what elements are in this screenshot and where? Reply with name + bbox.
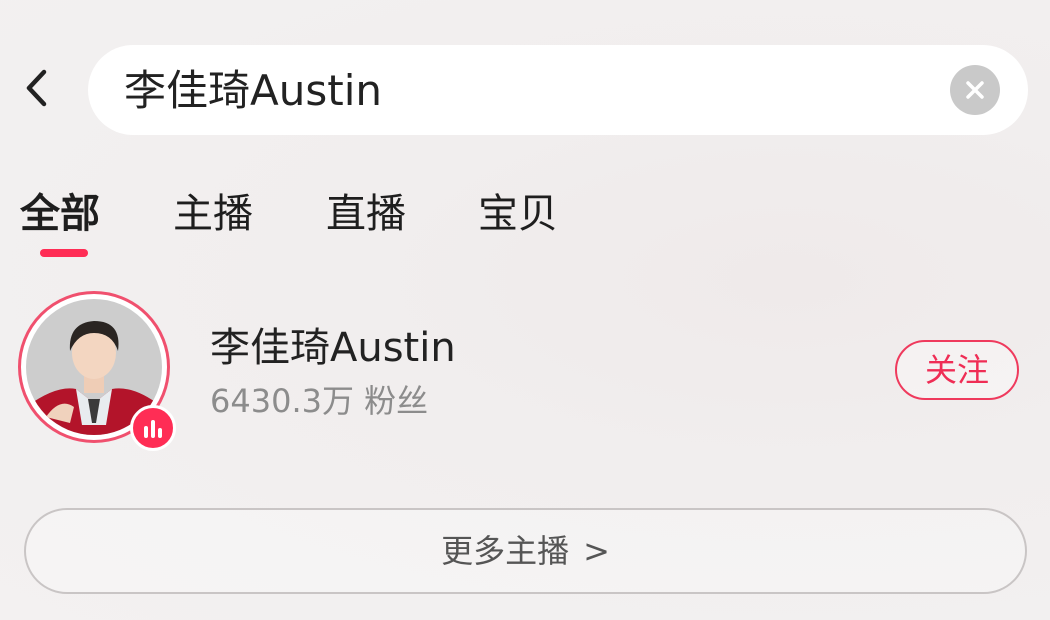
fan-count: 6430.3万 粉丝 [210, 382, 429, 420]
search-bar[interactable]: 李佳琦Austin [88, 45, 1028, 135]
live-bars-icon [130, 405, 176, 451]
chevron-right-icon: > [583, 532, 610, 570]
tab-products[interactable]: 宝贝 [478, 186, 558, 242]
tab-live[interactable]: 直播 [326, 186, 406, 242]
chevron-left-icon [22, 66, 50, 114]
more-anchors-button[interactable]: 更多主播 > [24, 508, 1027, 594]
follow-button[interactable]: 关注 [895, 340, 1019, 400]
active-tab-indicator [40, 249, 88, 257]
anchor-result-card[interactable]: 李佳琦Austin 6430.3万 粉丝 关注 [0, 285, 1050, 455]
clear-x-icon[interactable] [950, 65, 1000, 115]
anchor-name: 李佳琦Austin [210, 325, 456, 371]
more-anchors-label: 更多主播 [441, 532, 570, 570]
search-input[interactable]: 李佳琦Austin [124, 45, 382, 135]
tab-all[interactable]: 全部 [20, 186, 100, 242]
back-button[interactable] [14, 62, 58, 118]
tab-anchors[interactable]: 主播 [173, 186, 253, 242]
